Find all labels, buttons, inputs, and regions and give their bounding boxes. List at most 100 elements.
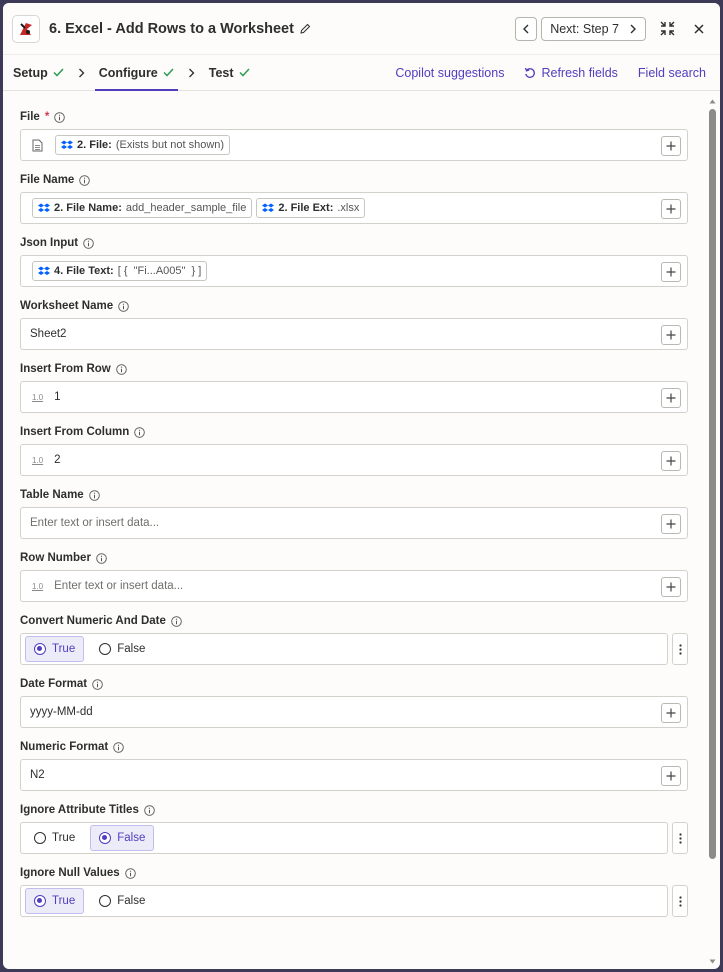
pill-value: (Exists but not shown): [115, 139, 225, 151]
field-insert-from-row: Insert From Row 1.0 1: [20, 362, 688, 413]
tab-configure[interactable]: Configure: [94, 55, 178, 91]
tab-setup[interactable]: Setup: [13, 55, 64, 90]
previous-step-button[interactable]: [515, 16, 538, 41]
insert-from-row-input[interactable]: 1.0 1: [20, 381, 688, 413]
info-icon[interactable]: [96, 552, 107, 564]
info-icon[interactable]: [83, 237, 94, 249]
radio-option-false[interactable]: False: [90, 888, 154, 914]
info-icon[interactable]: [113, 741, 124, 753]
radio-option-false[interactable]: False: [90, 825, 155, 851]
plus-icon: [666, 330, 676, 340]
radio-option-true[interactable]: True: [25, 636, 85, 662]
step-editor-panel: 6. Excel - Add Rows to a Worksheet Next:…: [3, 3, 720, 969]
insert-data-button[interactable]: [661, 577, 681, 597]
info-icon[interactable]: [134, 426, 146, 438]
field-file: File * 2. File: (Exists but not shown): [20, 110, 688, 161]
next-step-button[interactable]: Next: Step 7: [541, 16, 646, 41]
field-label: Convert Numeric And Date: [20, 615, 166, 627]
field-search-link[interactable]: Field search: [638, 66, 706, 80]
data-pill[interactable]: 2. File Name: add_header_sample_file: [32, 198, 253, 218]
field-convert-numeric: Convert Numeric And Date True False: [20, 614, 688, 665]
refresh-fields-label: Refresh fields: [541, 65, 618, 80]
next-step-label: Next: Step 7: [550, 21, 619, 36]
more-options-button[interactable]: [672, 633, 688, 665]
info-icon[interactable]: [171, 615, 182, 627]
more-options-button[interactable]: [672, 885, 688, 917]
field-label: Insert From Row: [20, 363, 111, 375]
radio-option-false[interactable]: False: [90, 636, 154, 662]
pencil-icon[interactable]: [300, 23, 311, 34]
plus-icon: [666, 771, 676, 781]
document-icon: [32, 139, 43, 152]
date-format-input[interactable]: yyyy-MM-dd: [20, 696, 688, 728]
tab-actions: Copilot suggestions Refresh fields Field…: [395, 55, 706, 90]
radio-option-true[interactable]: True: [25, 888, 85, 914]
number-type-badge: 1.0: [32, 455, 44, 465]
numeric-format-input[interactable]: N2: [20, 759, 688, 791]
field-label: Insert From Column: [20, 426, 130, 438]
info-icon[interactable]: [54, 111, 66, 123]
more-options-button[interactable]: [672, 822, 688, 854]
ignore-attribute-titles-radio-group: True False: [20, 822, 668, 854]
radio-label: False: [117, 895, 146, 907]
dropbox-icon: [38, 203, 50, 212]
input-placeholder: Enter text or insert data...: [54, 580, 184, 592]
table-name-input[interactable]: Enter text or insert data...: [20, 507, 688, 539]
input-value: Sheet2: [30, 328, 67, 340]
insert-data-button[interactable]: [661, 766, 681, 786]
field-worksheet-name: Worksheet Name Sheet2: [20, 299, 688, 350]
scrollbar-thumb[interactable]: [709, 109, 716, 859]
vertical-scrollbar[interactable]: [708, 95, 717, 965]
info-icon[interactable]: [118, 300, 129, 312]
input-value: 2: [54, 454, 61, 466]
excel-app-logo: [12, 14, 40, 43]
field-label: Worksheet Name: [20, 300, 114, 312]
insert-data-button[interactable]: [661, 262, 681, 282]
check-icon: [239, 68, 250, 77]
tab-test[interactable]: Test: [209, 55, 250, 90]
insert-data-button[interactable]: [661, 703, 681, 723]
info-icon[interactable]: [144, 804, 155, 816]
scroll-down-arrow-icon[interactable]: [708, 957, 717, 965]
field-label: Numeric Format: [20, 741, 109, 753]
info-icon[interactable]: [124, 867, 136, 879]
field-label: File Name: [20, 174, 75, 186]
radio-unselected-icon: [99, 895, 112, 907]
row-number-input[interactable]: 1.0 Enter text or insert data...: [20, 570, 688, 602]
file-name-input[interactable]: 2. File Name: add_header_sample_file 2. …: [20, 192, 688, 224]
kebab-icon: [678, 832, 682, 844]
kebab-icon: [678, 895, 682, 907]
info-icon[interactable]: [79, 174, 91, 186]
collapse-icon[interactable]: [656, 18, 678, 40]
chevron-right-icon: [64, 55, 99, 90]
worksheet-name-input[interactable]: Sheet2: [20, 318, 688, 350]
insert-data-button[interactable]: [661, 388, 681, 408]
info-icon[interactable]: [115, 363, 127, 375]
file-input[interactable]: 2. File: (Exists but not shown): [20, 129, 688, 161]
insert-data-button[interactable]: [661, 325, 681, 345]
insert-from-column-input[interactable]: 1.0 2: [20, 444, 688, 476]
field-ignore-null-values: Ignore Null Values True False: [20, 866, 688, 917]
data-pill[interactable]: 2. File: (Exists but not shown): [55, 135, 231, 155]
insert-data-button[interactable]: [661, 514, 681, 534]
step-title[interactable]: 6. Excel - Add Rows to a Worksheet: [49, 21, 294, 37]
number-type-badge: 1.0: [32, 392, 44, 402]
json-input[interactable]: 4. File Text: [ { "Fi...A005" } ]: [20, 255, 688, 287]
radio-selected-icon: [99, 832, 112, 844]
refresh-fields-button[interactable]: Refresh fields: [524, 65, 618, 80]
close-icon[interactable]: [688, 18, 710, 40]
scroll-up-arrow-icon[interactable]: [708, 97, 717, 105]
radio-option-true[interactable]: True: [25, 825, 84, 851]
info-icon[interactable]: [92, 678, 103, 690]
pill-key: 4. File Text:: [54, 265, 114, 277]
copilot-suggestions-link[interactable]: Copilot suggestions: [395, 66, 504, 80]
insert-data-button[interactable]: [661, 136, 681, 156]
tab-label: Setup: [13, 65, 48, 80]
data-pill[interactable]: 2. File Ext: .xlsx: [256, 198, 366, 218]
data-pill[interactable]: 4. File Text: [ { "Fi...A005" } ]: [32, 261, 208, 281]
plus-icon: [666, 519, 676, 529]
insert-data-button[interactable]: [661, 451, 681, 471]
convert-numeric-radio-group: True False: [20, 633, 668, 665]
insert-data-button[interactable]: [661, 199, 681, 219]
info-icon[interactable]: [88, 489, 100, 501]
